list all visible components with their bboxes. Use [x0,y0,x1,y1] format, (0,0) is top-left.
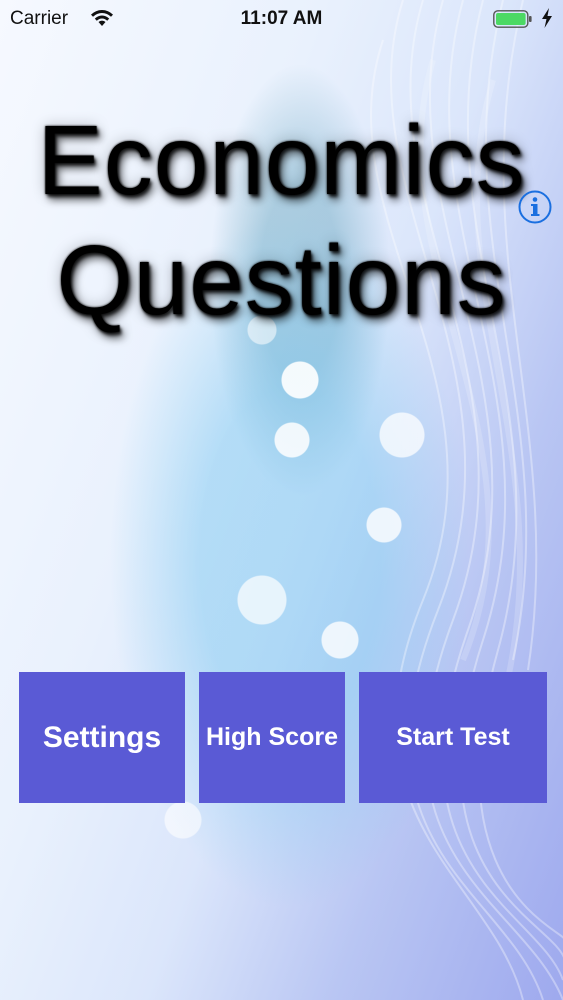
battery-icon [493,10,533,28]
high-score-button[interactable]: High Score [199,672,345,803]
info-button[interactable] [518,190,552,224]
title-line-economics: Economics [37,105,526,215]
status-bar: Carrier 11:07 AM [0,0,563,40]
charging-bolt-icon [541,8,553,34]
app-title: Economics Questions [0,100,563,340]
start-test-button[interactable]: Start Test [359,672,547,803]
settings-button[interactable]: Settings [19,672,185,803]
title-line-questions: Questions [56,225,507,335]
status-clock: 11:07 AM [240,8,323,29]
info-icon [518,190,552,224]
